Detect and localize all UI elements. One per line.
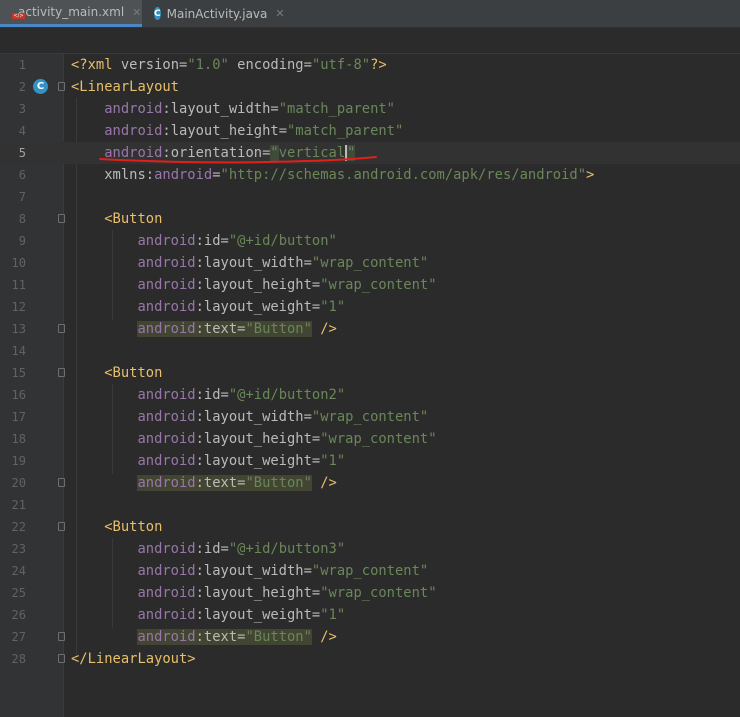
fold-icon[interactable] xyxy=(58,478,65,487)
line-number: 25 xyxy=(11,586,26,600)
code-text: <Button xyxy=(104,211,163,227)
code-line: 20 android:text="Button" /> xyxy=(0,472,740,494)
line-number: 9 xyxy=(18,234,26,248)
line-number: 23 xyxy=(11,542,26,556)
line-number: 22 xyxy=(11,520,26,534)
code-line: 18 android:layout_height="wrap_content" xyxy=(0,428,740,450)
fold-icon[interactable] xyxy=(58,368,65,377)
line-number: 2 xyxy=(18,80,26,94)
code-line: 28 </LinearLayout> xyxy=(0,648,740,670)
line-number: 13 xyxy=(11,322,26,336)
code-line: 19 android:layout_weight="1" xyxy=(0,450,740,472)
code-text: android:layout_height="match_parent" xyxy=(104,123,404,139)
code-text: android:layout_weight="1" xyxy=(137,299,346,315)
close-icon[interactable]: ✕ xyxy=(132,6,141,19)
code-line: 2 C <LinearLayout xyxy=(0,76,740,98)
tab-main-activity-java[interactable]: C MainActivity.java ✕ xyxy=(142,0,285,27)
code-line: 11 android:layout_height="wrap_content" xyxy=(0,274,740,296)
line-number: 18 xyxy=(11,432,26,446)
line-number: 19 xyxy=(11,454,26,468)
annotation-underline xyxy=(99,156,377,164)
code-line: 14 xyxy=(0,340,740,362)
code-text: android:layout_height="wrap_content" xyxy=(137,431,437,447)
code-line: 6 xmlns:android="http://schemas.android.… xyxy=(0,164,740,186)
line-number: 8 xyxy=(18,212,26,226)
tab-label: activity_main.xml xyxy=(18,5,125,19)
line-number: 16 xyxy=(11,388,26,402)
code-text: android:text="Button" /> xyxy=(137,629,337,645)
line-number: 3 xyxy=(18,102,26,116)
code-line: 27 android:text="Button" /> xyxy=(0,626,740,648)
fold-icon[interactable] xyxy=(58,632,65,641)
fold-icon[interactable] xyxy=(58,82,65,91)
code-text: <?xml version="1.0" encoding="utf-8"?> xyxy=(71,57,387,73)
line-number: 5 xyxy=(18,146,26,160)
line-number: 14 xyxy=(11,344,26,358)
fold-icon[interactable] xyxy=(58,214,65,223)
tab-activity-main-xml[interactable]: activity_main.xml ✕ xyxy=(0,0,142,27)
java-class-icon: C xyxy=(154,7,161,20)
line-number: 20 xyxy=(11,476,26,490)
code-line: 1 <?xml version="1.0" encoding="utf-8"?> xyxy=(0,54,740,76)
code-text: xmlns:android="http://schemas.android.co… xyxy=(104,167,595,183)
line-number: 1 xyxy=(18,58,26,72)
code-text: android:id="@+id/button3" xyxy=(137,541,346,557)
line-number: 17 xyxy=(11,410,26,424)
code-line: 12 android:layout_weight="1" xyxy=(0,296,740,318)
line-number: 27 xyxy=(11,630,26,644)
code-line: 26 android:layout_weight="1" xyxy=(0,604,740,626)
code-text: android:layout_width="wrap_content" xyxy=(137,255,429,271)
code-line: 7 xyxy=(0,186,740,208)
fold-icon[interactable] xyxy=(58,522,65,531)
code-line: 24 android:layout_width="wrap_content" xyxy=(0,560,740,582)
line-number: 4 xyxy=(18,124,26,138)
line-number: 11 xyxy=(11,278,26,292)
code-text: android:layout_width="wrap_content" xyxy=(137,409,429,425)
line-number: 7 xyxy=(18,190,26,204)
code-text: <LinearLayout xyxy=(71,79,179,95)
code-text: android:id="@+id/button" xyxy=(137,233,337,249)
line-number: 10 xyxy=(11,256,26,270)
close-icon[interactable]: ✕ xyxy=(275,7,284,20)
code-text: <Button xyxy=(104,365,163,381)
code-text: android:layout_weight="1" xyxy=(137,607,346,623)
code-line: 17 android:layout_width="wrap_content" xyxy=(0,406,740,428)
line-number: 12 xyxy=(11,300,26,314)
code-line: 4 android:layout_height="match_parent" xyxy=(0,120,740,142)
code-line: 9 android:id="@+id/button" xyxy=(0,230,740,252)
code-line: 23 android:id="@+id/button3" xyxy=(0,538,740,560)
code-text: android:text="Button" /> xyxy=(137,321,337,337)
code-text: android:text="Button" /> xyxy=(137,475,337,491)
line-number: 15 xyxy=(11,366,26,380)
code-text: <Button xyxy=(104,519,163,535)
code-text: </LinearLayout> xyxy=(71,651,196,667)
editor-tab-bar: activity_main.xml ✕ C MainActivity.java … xyxy=(0,0,740,28)
code-line: 25 android:layout_height="wrap_content" xyxy=(0,582,740,604)
code-text: android:id="@+id/button2" xyxy=(137,387,346,403)
code-line: 3 android:layout_width="match_parent" xyxy=(0,98,740,120)
class-gutter-icon[interactable]: C xyxy=(33,79,48,94)
line-number: 6 xyxy=(18,168,26,182)
line-number: 21 xyxy=(11,498,26,512)
code-line: 15 <Button xyxy=(0,362,740,384)
fold-icon[interactable] xyxy=(58,324,65,333)
code-text: android:layout_width="wrap_content" xyxy=(137,563,429,579)
code-line: 10 android:layout_width="wrap_content" xyxy=(0,252,740,274)
code-line: 16 android:id="@+id/button2" xyxy=(0,384,740,406)
code-line: 22 <Button xyxy=(0,516,740,538)
code-text: android:layout_height="wrap_content" xyxy=(137,585,437,601)
fold-icon[interactable] xyxy=(58,654,65,663)
line-number: 24 xyxy=(11,564,26,578)
line-number: 26 xyxy=(11,608,26,622)
code-line: 21 xyxy=(0,494,740,516)
code-text: android:layout_width="match_parent" xyxy=(104,101,395,117)
code-text: android:layout_height="wrap_content" xyxy=(137,277,437,293)
line-number: 28 xyxy=(11,652,26,666)
tab-label: MainActivity.java xyxy=(166,6,268,21)
code-line: 13 android:text="Button" /> xyxy=(0,318,740,340)
breadcrumb-bar xyxy=(0,28,740,54)
code-text: android:layout_weight="1" xyxy=(137,453,346,469)
code-line: 8 <Button xyxy=(0,208,740,230)
